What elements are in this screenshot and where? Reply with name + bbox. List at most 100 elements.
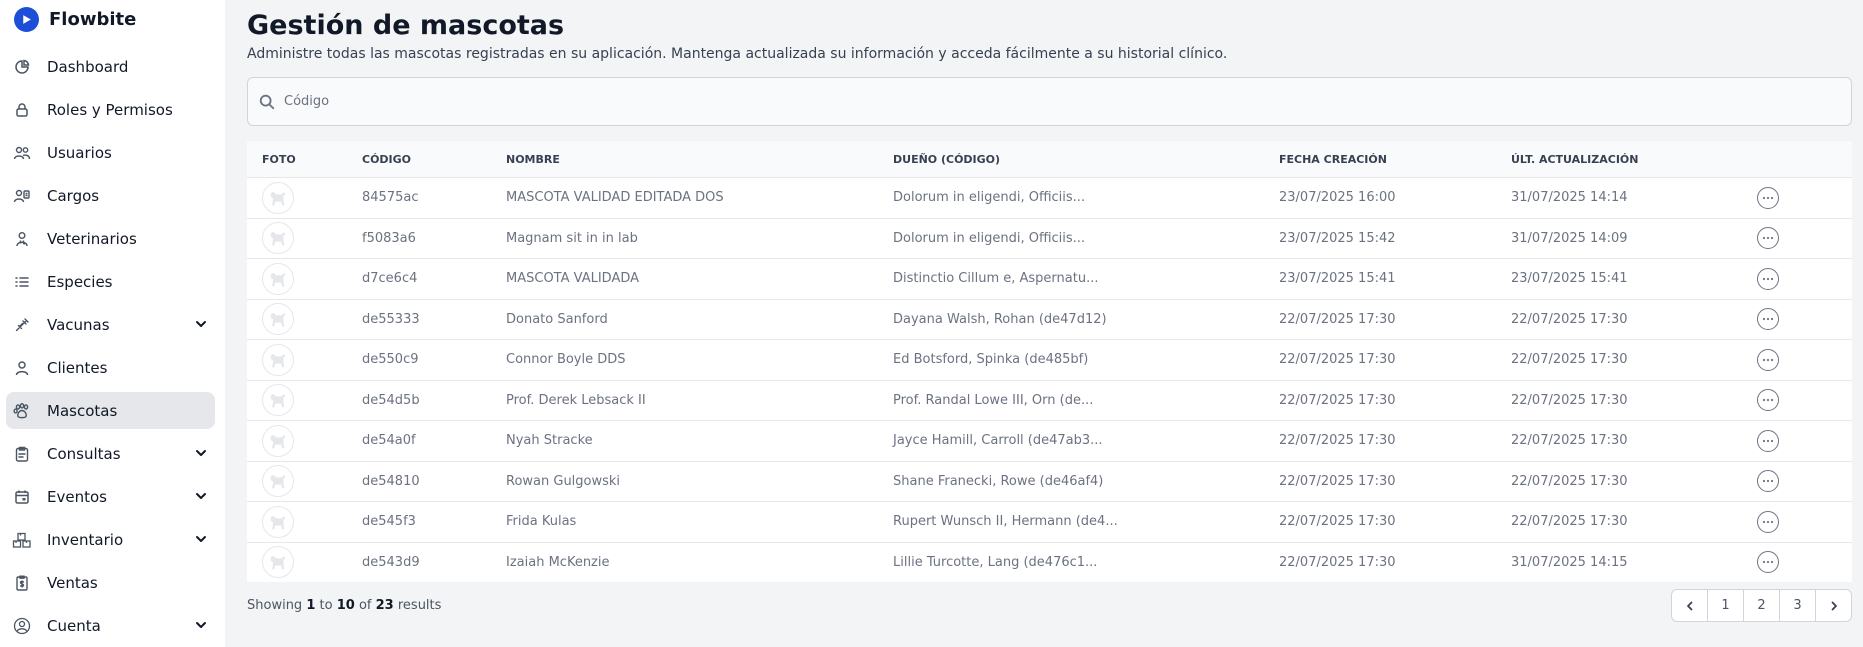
cell-dueno: Distinctio Cillum e, Aspernatu... bbox=[893, 271, 1099, 287]
paw-icon bbox=[12, 401, 32, 421]
cell-nombre: Nyah Stracke bbox=[506, 433, 593, 449]
cell-nombre: Frida Kulas bbox=[506, 514, 577, 530]
more-options-icon[interactable] bbox=[1757, 348, 1779, 371]
cell-ultima-actualizacion: 22/07/2025 17:30 bbox=[1511, 311, 1628, 327]
sidebar-item-eventos[interactable]: Eventos bbox=[6, 478, 215, 515]
sidebar-item-cargos[interactable]: Cargos bbox=[6, 177, 215, 214]
col-header-codigo: CÓDIGO bbox=[362, 152, 412, 166]
row-actions-cell bbox=[1757, 267, 1852, 290]
cell-ultima-actualizacion: 31/07/2025 14:09 bbox=[1511, 230, 1628, 246]
search-input[interactable] bbox=[284, 94, 1784, 109]
pet-placeholder-icon bbox=[262, 343, 294, 376]
pagination-prev-button[interactable] bbox=[1671, 589, 1708, 622]
cell-codigo: de543d9 bbox=[362, 554, 420, 570]
chevron-left-icon bbox=[1686, 601, 1692, 610]
sidebar-item-veterinarios[interactable]: Veterinarios bbox=[6, 220, 215, 257]
more-options-icon[interactable] bbox=[1757, 267, 1779, 290]
chevron-down-icon[interactable] bbox=[193, 445, 209, 461]
cell-codigo: de55333 bbox=[362, 311, 420, 327]
cell-dueno: Jayce Hamill, Carroll (de47ab3... bbox=[893, 433, 1103, 449]
sidebar-item-label: Consultas bbox=[47, 444, 121, 463]
cell-ultima-actualizacion: 23/07/2025 15:41 bbox=[1511, 271, 1628, 287]
sidebar-item-consultas[interactable]: Consultas bbox=[6, 435, 215, 472]
sidebar-item-vacunas[interactable]: Vacunas bbox=[6, 306, 215, 343]
row-actions-cell bbox=[1757, 510, 1852, 533]
sidebar-item-label: Ventas bbox=[47, 573, 98, 592]
table-row[interactable]: de543d9 Izaiah McKenzie Lillie Turcotte, L… bbox=[247, 541, 1852, 583]
more-options-icon[interactable] bbox=[1757, 551, 1779, 574]
list-icon bbox=[12, 272, 32, 292]
more-options-icon[interactable] bbox=[1757, 510, 1779, 533]
pagination-next-button[interactable] bbox=[1815, 589, 1852, 622]
chevron-down-icon[interactable] bbox=[193, 531, 209, 547]
sidebar: Flowbite Dashboard Roles y Permisos Usuari… bbox=[0, 0, 225, 647]
pagination-page-button[interactable]: 3 bbox=[1779, 589, 1816, 622]
doctor-icon bbox=[12, 229, 32, 249]
cell-nombre: Magnam sit in in lab bbox=[506, 230, 638, 246]
cell-dueno: Ed Botsford, Spinka (de485bf) bbox=[893, 352, 1089, 368]
cell-ultima-actualizacion: 22/07/2025 17:30 bbox=[1511, 433, 1628, 449]
sidebar-item-especies[interactable]: Especies bbox=[6, 263, 215, 300]
table-row[interactable]: f5083a6 Magnam sit in in lab Dolorum in el… bbox=[247, 217, 1852, 259]
receipt-icon bbox=[12, 573, 32, 593]
cell-nombre: Izaiah McKenzie bbox=[506, 554, 610, 570]
pet-photo-cell bbox=[247, 465, 362, 498]
chevron-down-icon[interactable] bbox=[193, 617, 209, 633]
pagination-page-button[interactable]: 2 bbox=[1743, 589, 1780, 622]
sidebar-item-dashboard[interactable]: Dashboard bbox=[6, 48, 215, 85]
pagination-page-button[interactable]: 1 bbox=[1707, 589, 1744, 622]
chevron-down-icon[interactable] bbox=[193, 488, 209, 504]
page-title: Gestión de mascotas bbox=[247, 10, 565, 41]
user-icon bbox=[12, 358, 32, 378]
chevron-down-icon[interactable] bbox=[193, 316, 209, 332]
row-actions-cell bbox=[1757, 186, 1852, 209]
cell-dueno: Shane Franecki, Rowe (de46af4) bbox=[893, 473, 1104, 489]
cell-ultima-actualizacion: 22/07/2025 17:30 bbox=[1511, 473, 1628, 489]
pet-placeholder-icon bbox=[262, 181, 294, 214]
sidebar-item-mascotas[interactable]: Mascotas bbox=[6, 392, 215, 429]
cell-codigo: de550c9 bbox=[362, 352, 419, 368]
pets-table: FOTO CÓDIGO NOMBRE DUEÑO (CÓDIGO) FECHA … bbox=[247, 141, 1852, 582]
sidebar-item-inventario[interactable]: Inventario bbox=[6, 521, 215, 558]
cell-dueno: Rupert Wunsch II, Hermann (de4... bbox=[893, 514, 1118, 530]
col-header-nombre: NOMBRE bbox=[506, 152, 560, 166]
table-row[interactable]: 84575ac MASCOTA VALIDAD EDITADA DOS Doloru… bbox=[247, 177, 1852, 218]
sidebar-item-usuarios[interactable]: Usuarios bbox=[6, 134, 215, 171]
table-row[interactable]: de54a0f Nyah Stracke Jayce Hamill, Carroll… bbox=[247, 420, 1852, 461]
sidebar-item-ventas[interactable]: Ventas bbox=[6, 564, 215, 601]
showing-total: 23 bbox=[375, 598, 394, 613]
pet-placeholder-icon bbox=[262, 424, 294, 457]
cell-nombre: Connor Boyle DDS bbox=[506, 352, 626, 368]
more-options-icon[interactable] bbox=[1757, 429, 1779, 452]
more-options-icon[interactable] bbox=[1757, 186, 1779, 209]
more-options-icon[interactable] bbox=[1757, 389, 1779, 412]
table-row[interactable]: de54810 Rowan Gulgowski Shane Franecki, Ro… bbox=[247, 460, 1852, 502]
search-box[interactable] bbox=[247, 77, 1852, 126]
more-options-icon[interactable] bbox=[1757, 308, 1779, 331]
sidebar-item-roles-y-permisos[interactable]: Roles y Permisos bbox=[6, 91, 215, 128]
table-row[interactable]: de550c9 Connor Boyle DDS Ed Botsford, Spin… bbox=[247, 339, 1852, 380]
pet-photo-cell bbox=[247, 424, 362, 457]
table-row[interactable]: de55333 Donato Sanford Dayana Walsh, Rohan… bbox=[247, 298, 1852, 340]
showing-results-label: results bbox=[397, 598, 442, 613]
user-tag-icon bbox=[12, 186, 32, 206]
more-options-icon[interactable] bbox=[1757, 227, 1779, 250]
pet-photo-cell bbox=[247, 343, 362, 376]
cell-dueno: Prof. Randal Lowe III, Orn (de... bbox=[893, 392, 1094, 408]
search-icon bbox=[259, 94, 275, 109]
sidebar-item-clientes[interactable]: Clientes bbox=[6, 349, 215, 386]
row-actions-cell bbox=[1757, 429, 1852, 452]
cell-codigo: de54a0f bbox=[362, 433, 416, 449]
table-row[interactable]: de54d5b Prof. Derek Lebsack II Prof. Randa… bbox=[247, 379, 1852, 421]
cell-dueno: Dolorum in eligendi, Officiis... bbox=[893, 230, 1086, 246]
more-options-icon[interactable] bbox=[1757, 470, 1779, 493]
cell-dueno: Dayana Walsh, Rohan (de47d12) bbox=[893, 311, 1107, 327]
sidebar-item-cuenta[interactable]: Cuenta bbox=[6, 607, 215, 644]
sidebar-item-label: Clientes bbox=[47, 358, 108, 377]
pet-placeholder-icon bbox=[262, 384, 294, 417]
table-row[interactable]: de545f3 Frida Kulas Rupert Wunsch II, Herm… bbox=[247, 501, 1852, 542]
table-row[interactable]: d7ce6c4 MASCOTA VALIDADA Distinctio Cillum… bbox=[247, 258, 1852, 299]
pet-photo-cell bbox=[247, 262, 362, 295]
brand[interactable]: Flowbite bbox=[14, 6, 136, 32]
sidebar-item-label: Roles y Permisos bbox=[47, 100, 173, 119]
